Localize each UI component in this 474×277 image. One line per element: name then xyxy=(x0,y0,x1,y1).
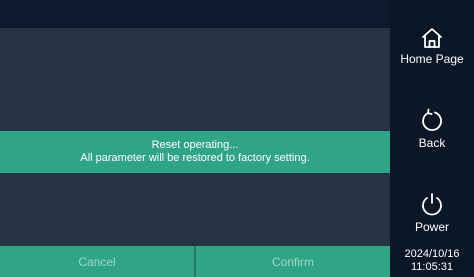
back-button[interactable]: Back xyxy=(390,108,474,150)
power-icon xyxy=(419,192,445,218)
reset-message-banner: Reset operating... All parameter will be… xyxy=(0,131,390,173)
top-bar xyxy=(0,0,390,28)
date-text: 2024/10/16 xyxy=(404,248,460,260)
confirm-button[interactable]: Confirm xyxy=(194,246,390,277)
date-time-display: 2024/10/16 11:05:31 xyxy=(390,248,474,274)
home-page-label: Home Page xyxy=(400,52,464,66)
sidebar: Home Page Back Power 2024/10/16 11:05:31 xyxy=(390,0,474,277)
back-icon xyxy=(419,108,445,134)
device-screen: Reset operating... All parameter will be… xyxy=(0,0,474,277)
home-icon xyxy=(420,26,444,50)
cancel-button[interactable]: Cancel xyxy=(0,246,194,277)
time-text: 11:05:31 xyxy=(410,261,453,273)
reset-status-text: Reset operating... xyxy=(151,139,239,151)
home-page-button[interactable]: Home Page xyxy=(390,26,474,66)
power-button[interactable]: Power xyxy=(390,192,474,234)
dialog-button-row: Cancel Confirm xyxy=(0,246,390,277)
back-label: Back xyxy=(418,136,446,150)
reset-warning-text: All parameter will be restored to factor… xyxy=(80,152,310,164)
power-label: Power xyxy=(414,220,449,234)
